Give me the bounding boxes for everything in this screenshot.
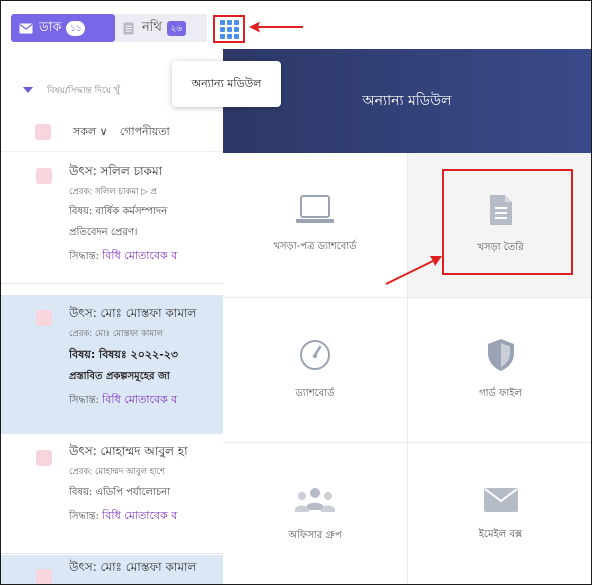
gauge-icon xyxy=(298,338,332,372)
item-sender: প্রেরক: মোহাম্মদ আবুল হাশে xyxy=(69,467,166,477)
item-subject: বিষয়: এডিপি পর্যালোচনা xyxy=(69,487,171,498)
row-checkbox[interactable] xyxy=(36,168,52,184)
module-draft-dashboard[interactable]: খসড়া-পত্র ড্যাশবোর্ড xyxy=(223,153,408,298)
tab-dak-label: ডাক xyxy=(39,19,62,35)
module-label: ড্যাশবোর্ড xyxy=(295,387,335,399)
module-label: গার্ড ফাইল xyxy=(479,387,522,399)
decision-label: সিদ্ধান্ত: xyxy=(69,251,99,262)
apps-grid-icon xyxy=(219,19,239,39)
dak-count-badge: ১১ xyxy=(66,20,86,36)
dak-list: বিষয়/সিদ্ধান্ত দিয়ে খুঁ সকল ∨ গোপনীয়ত… xyxy=(1,49,223,584)
item-source: উৎস: সলিল চাকমা xyxy=(69,164,163,178)
item-subject: বিষয়: বিষয়ঃ ২০২২-২৩ xyxy=(69,348,179,361)
item-subject: বিষয়: বার্ষিক কর্মসম্পাদন xyxy=(69,206,168,217)
list-item[interactable]: উৎস: মোঃ মোস্তফা কামাল xyxy=(1,555,223,584)
decision-value: বিধি মোতাবেক ব xyxy=(102,393,178,406)
item-subject-cont: প্রস্তাবিত প্রকল্পসমূহের জা xyxy=(69,371,170,382)
decision-label: সিদ্ধান্ত: xyxy=(69,511,99,522)
mail-icon xyxy=(19,23,33,34)
item-sender: প্রেরক: সলিল চাকমা ▷ প্র xyxy=(69,187,157,197)
module-label: খসড়া-পত্র ড্যাশবোর্ড xyxy=(273,240,357,252)
laptop-icon xyxy=(294,194,336,225)
other-modules-panel: অন্যান্য মডিউল খসড়া-পত্র ড্যাশবোর্ড খসড… xyxy=(223,49,591,584)
tab-dak[interactable]: ডাক ১১ xyxy=(11,14,115,42)
tab-secret[interactable]: গোপনীয়তা xyxy=(120,123,170,142)
dropdown-triangle-icon[interactable] xyxy=(23,87,33,93)
filter-tabs: সকল ∨ গোপনীয়তা xyxy=(1,113,223,152)
panel-title: অন্যান্য মডিউল xyxy=(362,93,452,109)
item-source: উৎস: মোঃ মোস্তফা কামাল xyxy=(69,306,197,320)
module-dashboard[interactable]: ড্যাশবোর্ড xyxy=(223,298,408,443)
other-modules-button[interactable] xyxy=(213,15,245,43)
tab-nothi-label: নথি xyxy=(142,19,162,35)
tab-all[interactable]: সকল ∨ xyxy=(73,123,108,142)
app-window: ডাক ১১ নথি ২৬ অন্যান্য মডিউল বিষয়/সিদ্ধ… xyxy=(0,0,592,585)
item-sender: প্রেরক: মোঃ মোস্তফা কামাল xyxy=(69,329,163,339)
module-label: অফিসার গ্রুপ xyxy=(288,530,342,541)
top-bar: ডাক ১১ নথি ২৬ xyxy=(1,1,591,49)
list-item[interactable]: উৎস: মোঃ মোস্তফা কামাল প্রেরক: মোঃ মোস্ত… xyxy=(1,295,223,434)
item-decision: সিদ্ধান্ত: বিধি মোতাবেক ব xyxy=(69,507,223,526)
module-email-box[interactable]: ইমেইল বক্স xyxy=(408,443,591,584)
module-officer-group[interactable]: অফিসার গ্রুপ xyxy=(223,443,408,584)
row-checkbox[interactable] xyxy=(36,569,52,584)
document-icon xyxy=(488,194,514,226)
item-source: উৎস: মোঃ মোস্তফা কামাল xyxy=(69,560,197,574)
select-all-checkbox[interactable] xyxy=(35,124,51,140)
row-checkbox[interactable] xyxy=(36,450,52,466)
list-item[interactable]: উৎস: মোহাম্মদ আবুল হা প্রেরক: মোহাম্মদ আ… xyxy=(1,435,223,554)
tooltip: অন্যান্য মডিউল xyxy=(172,61,281,107)
list-item[interactable]: উৎস: সলিল চাকমা প্রেরক: সলিল চাকমা ▷ প্র… xyxy=(1,153,223,284)
module-guard-file[interactable]: গার্ড ফাইল xyxy=(408,298,591,443)
users-icon xyxy=(293,486,337,514)
nothi-count-badge: ২৬ xyxy=(166,20,186,36)
decision-label: সিদ্ধান্ত: xyxy=(69,395,99,406)
decision-value: বিধি মোতাবেক ব xyxy=(102,509,178,522)
item-decision: সিদ্ধান্ত: বিধি মোতাবেক ব xyxy=(69,391,223,410)
row-checkbox[interactable] xyxy=(36,310,52,326)
search-input[interactable]: বিষয়/সিদ্ধান্ত দিয়ে খুঁ xyxy=(47,83,120,98)
item-decision: সিদ্ধান্ত: বিধি মোতাবেক ব xyxy=(69,247,223,266)
tab-nothi[interactable]: নথি ২৬ xyxy=(115,14,207,42)
tooltip-text: অন্যান্য মডিউল xyxy=(191,76,262,90)
module-label: ইমেইল বক্স xyxy=(478,529,523,540)
envelope-icon xyxy=(483,487,519,513)
shield-icon xyxy=(486,338,516,372)
decision-value: বিধি মোতাবেক ব xyxy=(102,249,178,262)
item-source: উৎস: মোহাম্মদ আবুল হা xyxy=(69,444,188,458)
item-subject-cont: প্রতিবেদন প্রেরণ। xyxy=(69,227,138,238)
file-icon xyxy=(123,22,134,35)
annotation-arrow-top xyxy=(249,21,303,33)
module-label: খসড়া তৈরি xyxy=(477,241,524,253)
annotation-arrow-panel xyxy=(385,256,442,285)
